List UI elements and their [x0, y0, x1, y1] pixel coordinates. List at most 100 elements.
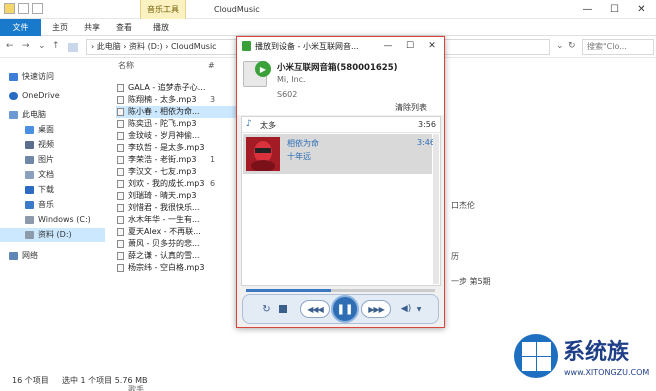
file-row[interactable]: 李玖哲 - 是太多.mp3 — [116, 142, 212, 154]
playlist-group-header[interactable]: ♪ 太多 3:56 — [242, 117, 440, 133]
playlist-artist: 太多 — [260, 121, 276, 130]
playlist-item[interactable]: 相依为命 十年远 3:46 — [243, 134, 435, 174]
sidebar-item-pictures[interactable]: 图片 — [0, 153, 105, 167]
windows-logo-icon — [514, 334, 558, 378]
song-title: 相依为命 — [287, 139, 319, 148]
playback-controls: ↻ ◀◀◀ ❚❚ ▶▶▶ ◀) ▼ — [242, 294, 439, 324]
previous-button[interactable]: ◀◀◀ — [300, 300, 330, 318]
undo-icon[interactable] — [32, 3, 43, 14]
audio-file-icon — [117, 108, 124, 116]
refresh-icon[interactable]: ↻ — [568, 41, 576, 51]
play-badge-icon: ▶ — [255, 61, 271, 77]
file-row[interactable]: 陈奕迅 - 陀飞.mp3 — [116, 118, 212, 130]
sidebar-item-desktop[interactable]: 桌面 — [0, 123, 105, 137]
column-header-number[interactable]: # — [208, 58, 215, 74]
video-icon — [25, 141, 34, 149]
stop-button[interactable] — [279, 305, 287, 313]
file-row[interactable]: 陈翔楠 - 太多.mp3 3 — [116, 94, 215, 106]
minimize-button[interactable]: — — [574, 0, 601, 19]
audio-file-icon — [117, 252, 124, 260]
file-row[interactable]: 刘瑞琦 - 晴天.mp3 — [116, 190, 212, 202]
search-input[interactable]: 搜索"Clo... — [582, 39, 654, 55]
player-minimize-button[interactable]: — — [377, 37, 399, 55]
playback-progress-bar[interactable] — [246, 289, 435, 292]
pause-button[interactable]: ❚❚ — [331, 295, 359, 323]
device-name: 小米互联网音箱(580001625) — [277, 63, 398, 73]
clear-list-button[interactable]: 清除列表 — [395, 102, 427, 113]
back-icon[interactable]: ← — [6, 41, 14, 51]
music-tools-label[interactable]: 音乐工具 — [140, 0, 186, 19]
album-art — [246, 137, 280, 172]
device-info: ▶ 小米互联网音箱(580001625) Mi, Inc. S602 清除列表 — [237, 55, 444, 115]
file-row[interactable]: 刘欢 - 我的成长.mp3 6 — [116, 178, 215, 190]
cloud-icon — [9, 92, 18, 100]
sidebar-item-music[interactable]: 音乐 — [0, 198, 105, 212]
site-watermark: 系统族 www.XITONGZU.COM — [506, 330, 656, 391]
file-row[interactable]: 金玟岐 - 岁月神偷... — [116, 130, 212, 142]
background-text: 一步 第5期 — [451, 277, 491, 286]
tab-home[interactable]: 主页 — [44, 19, 76, 36]
player-close-button[interactable]: ✕ — [421, 37, 443, 55]
history-dropdown-icon[interactable]: ⌄ — [38, 41, 46, 51]
play-to-device-window: 播放到设备 - 小米互联网音... — ☐ ✕ ▶ 小米互联网音箱(580001… — [236, 36, 445, 328]
audio-file-icon — [117, 156, 124, 164]
audio-file-icon — [117, 216, 124, 224]
maximize-button[interactable]: ☐ — [601, 0, 628, 19]
repeat-icon[interactable]: ↻ — [261, 304, 272, 315]
folder-icon — [4, 3, 15, 14]
title-bar: 音乐工具 CloudMusic — ☐ ✕ — [0, 0, 656, 19]
picture-icon — [25, 156, 34, 164]
file-row[interactable]: 萧风 - 贝多芬的悲... — [116, 238, 212, 250]
file-row[interactable]: 李汉文 - 七友.mp3 — [116, 166, 212, 178]
file-row[interactable]: 杨宗纬 - 空白格.mp3 — [116, 262, 212, 274]
sidebar-item-windows-c[interactable]: Windows (C:) — [0, 213, 105, 227]
sidebar-item-videos[interactable]: 视频 — [0, 138, 105, 152]
checkbox-icon[interactable] — [18, 3, 29, 14]
footer-hint: 歌手 — [128, 385, 144, 391]
sidebar-item-onedrive[interactable]: OneDrive — [0, 89, 105, 103]
background-text: 历 — [451, 252, 459, 261]
player-title-bar: 播放到设备 - 小米互联网音... — ☐ ✕ — [237, 37, 444, 55]
playlist-artist-duration: 3:56 — [418, 120, 436, 129]
forward-icon[interactable]: → — [22, 41, 30, 51]
tab-file[interactable]: 文件 — [0, 19, 41, 36]
tab-play[interactable]: 播放 — [145, 19, 177, 36]
sidebar-item-quick-access[interactable]: 快速访问 — [0, 70, 105, 84]
next-button[interactable]: ▶▶▶ — [361, 300, 391, 318]
tab-share[interactable]: 共享 — [76, 19, 108, 36]
background-text: 口杰伦 — [451, 201, 475, 210]
item-count: 16 个项目 — [12, 376, 49, 385]
file-row[interactable]: 薛之谦 - 认真的雪... — [116, 250, 212, 262]
column-header-name[interactable]: 名称 — [118, 58, 134, 74]
volume-icon[interactable]: ◀) — [399, 303, 413, 315]
audio-file-icon — [117, 240, 124, 248]
file-row[interactable]: 李荣浩 - 老街.mp3 1 — [116, 154, 215, 166]
audio-file-icon — [117, 192, 124, 200]
up-icon[interactable]: ↑ — [52, 41, 60, 51]
tab-view[interactable]: 查看 — [108, 19, 140, 36]
star-icon — [9, 73, 18, 81]
file-row[interactable]: GALA - 追梦赤子心... — [116, 82, 212, 94]
address-dropdown-icon[interactable]: ⌄ — [556, 41, 564, 51]
sidebar-item-network[interactable]: 网络 — [0, 249, 105, 263]
computer-icon — [9, 111, 18, 119]
sidebar-item-this-pc[interactable]: 此电脑 — [0, 108, 105, 122]
sidebar-item-documents[interactable]: 文档 — [0, 168, 105, 182]
song-album: 十年远 — [287, 152, 311, 161]
playlist-scrollbar[interactable] — [433, 134, 439, 284]
sidebar-item-data-d[interactable]: 资料 (D:) — [0, 228, 105, 242]
file-row[interactable]: 夏天Alex - 不再联... — [116, 226, 212, 238]
close-button[interactable]: ✕ — [628, 0, 655, 19]
player-maximize-button[interactable]: ☐ — [399, 37, 421, 55]
watermark-url: www.XITONGZU.COM — [564, 368, 650, 377]
device-maker: Mi, Inc. — [277, 75, 306, 84]
file-row[interactable]: 刘惜君 - 我很快乐... — [116, 202, 212, 214]
computer-icon — [68, 43, 78, 52]
file-row[interactable]: 水木年华 - 一生有... — [116, 214, 212, 226]
player-title: 播放到设备 - 小米互联网音... — [255, 42, 359, 51]
sidebar-item-downloads[interactable]: 下载 — [0, 183, 105, 197]
music-note-icon: ♪ — [246, 119, 252, 129]
file-row-selected[interactable]: 陈小春 - 相依为命... — [116, 106, 256, 118]
progress-fill — [246, 289, 332, 292]
volume-dropdown-icon[interactable]: ▼ — [415, 304, 423, 314]
